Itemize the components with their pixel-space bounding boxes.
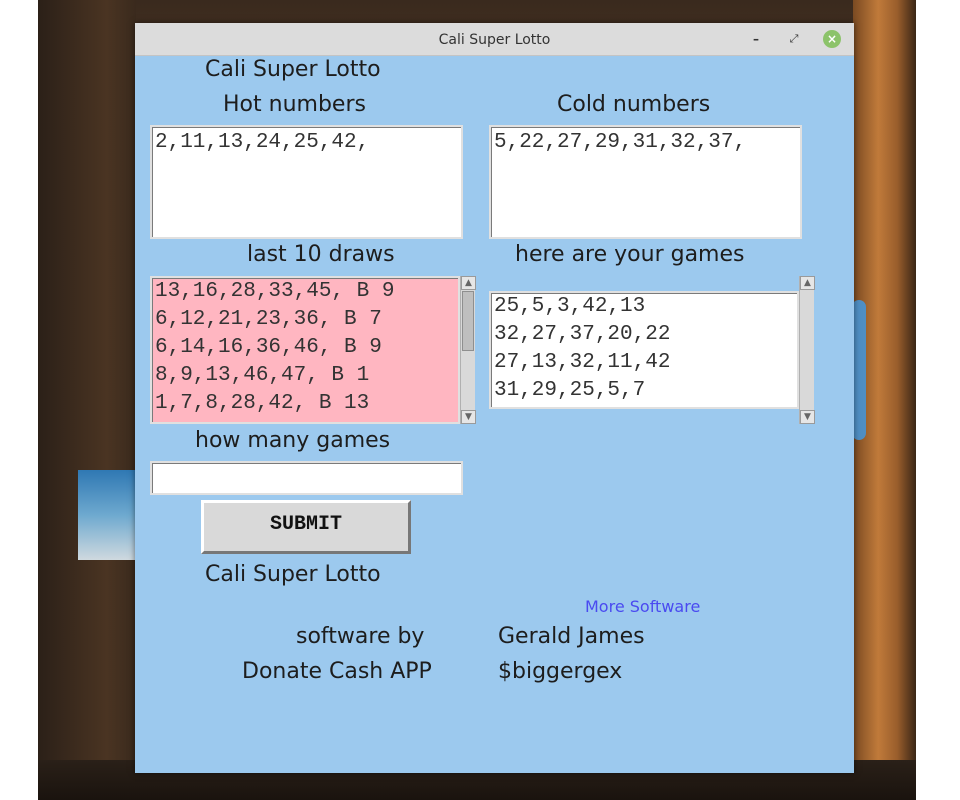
software-by-label: software by bbox=[296, 624, 425, 649]
game-line: 31,29,25,5,7 bbox=[494, 379, 646, 402]
how-many-games-input[interactable] bbox=[150, 461, 463, 495]
last-draws-label: last 10 draws bbox=[247, 242, 395, 267]
draw-line: 13,16,28,33,45, B 9 bbox=[155, 280, 395, 303]
app-title-label: Cali Super Lotto bbox=[205, 57, 381, 82]
game-line: 32,27,37,20,22 bbox=[494, 323, 671, 346]
hot-numbers-textbox[interactable]: 2,11,13,24,25,42, bbox=[150, 125, 463, 239]
scroll-thumb[interactable] bbox=[462, 291, 474, 351]
close-icon[interactable]: × bbox=[823, 30, 841, 48]
wallpaper-sky-right bbox=[852, 300, 866, 440]
cash-tag: $biggergex bbox=[498, 659, 623, 684]
donate-label: Donate Cash APP bbox=[242, 659, 432, 684]
hot-numbers-label: Hot numbers bbox=[223, 92, 366, 117]
window-titlebar[interactable]: Cali Super Lotto – ⤢ × bbox=[135, 23, 854, 56]
maximize-icon[interactable]: ⤢ bbox=[785, 30, 803, 48]
cold-numbers-label: Cold numbers bbox=[557, 92, 711, 117]
hot-numbers-value: 2,11,13,24,25,42, bbox=[155, 131, 370, 154]
draw-line: 1,7,8,28,42, B 13 bbox=[155, 392, 370, 415]
scroll-up-arrow-icon[interactable]: ▲ bbox=[461, 276, 476, 290]
your-games-label: here are your games bbox=[515, 242, 745, 267]
cold-numbers-textbox[interactable]: 5,22,27,29,31,32,37, bbox=[489, 125, 802, 239]
game-line: 27,13,32,11,42 bbox=[494, 351, 671, 374]
draw-line: 8,9,13,46,47, B 1 bbox=[155, 364, 370, 387]
how-many-games-label: how many games bbox=[195, 428, 391, 453]
your-games-scrollbar[interactable]: ▲ ▼ bbox=[799, 276, 815, 424]
game-line: 25,5,3,42,13 bbox=[494, 295, 646, 318]
cold-numbers-value: 5,22,27,29,31,32,37, bbox=[494, 131, 747, 154]
draw-line: 6,14,16,36,46, B 9 bbox=[155, 336, 382, 359]
author-name: Gerald James bbox=[498, 624, 645, 649]
draw-line: 6,12,21,23,36, B 7 bbox=[155, 308, 382, 331]
submit-button[interactable]: SUBMIT bbox=[201, 500, 411, 554]
app-window: Cali Super Lotto – ⤢ × Cali Super Lotto … bbox=[135, 23, 854, 773]
last-draws-scrollbar[interactable]: ▲ ▼ bbox=[460, 276, 476, 424]
wallpaper-rock-left bbox=[38, 0, 136, 800]
minimize-icon[interactable]: – bbox=[747, 30, 765, 48]
more-software-link[interactable]: More Software bbox=[585, 597, 700, 616]
wallpaper-sea bbox=[78, 470, 136, 560]
footer-app-title: Cali Super Lotto bbox=[205, 562, 381, 587]
scroll-up-arrow-icon[interactable]: ▲ bbox=[800, 276, 815, 290]
scroll-down-arrow-icon[interactable]: ▼ bbox=[800, 410, 815, 424]
last-draws-textbox[interactable]: 13,16,28,33,45, B 9 6,12,21,23,36, B 7 6… bbox=[150, 276, 460, 424]
your-games-textbox[interactable]: 25,5,3,42,13 32,27,37,20,22 27,13,32,11,… bbox=[489, 291, 799, 409]
scroll-down-arrow-icon[interactable]: ▼ bbox=[461, 410, 476, 424]
